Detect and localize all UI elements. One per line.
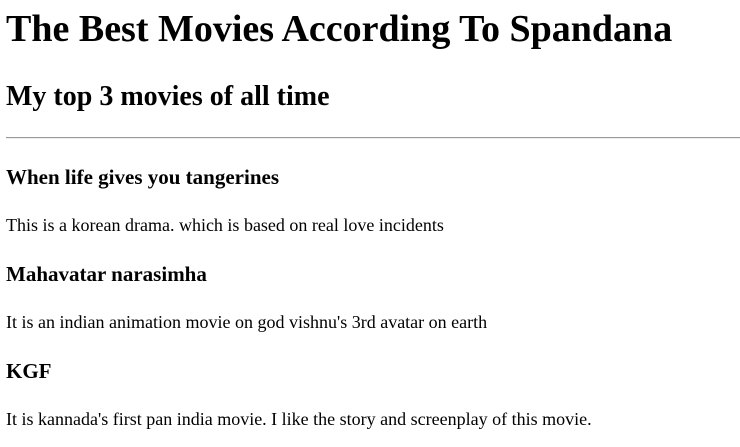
movie-title-2: Mahavatar narasimha bbox=[6, 262, 207, 286]
page-subtitle: My top 3 movies of all time bbox=[6, 81, 330, 112]
movie-title-3: KGF bbox=[6, 359, 52, 383]
movie-description-3: It is kannada's first pan india movie. I… bbox=[6, 409, 592, 429]
movie-description-2: It is an indian animation movie on god v… bbox=[6, 312, 488, 332]
divider bbox=[6, 137, 740, 139]
movie-title-1: When life gives you tangerines bbox=[6, 165, 279, 189]
page-title: The Best Movies According To Spandana bbox=[6, 8, 673, 50]
movie-description-1: This is a korean drama. which is based o… bbox=[6, 215, 444, 235]
